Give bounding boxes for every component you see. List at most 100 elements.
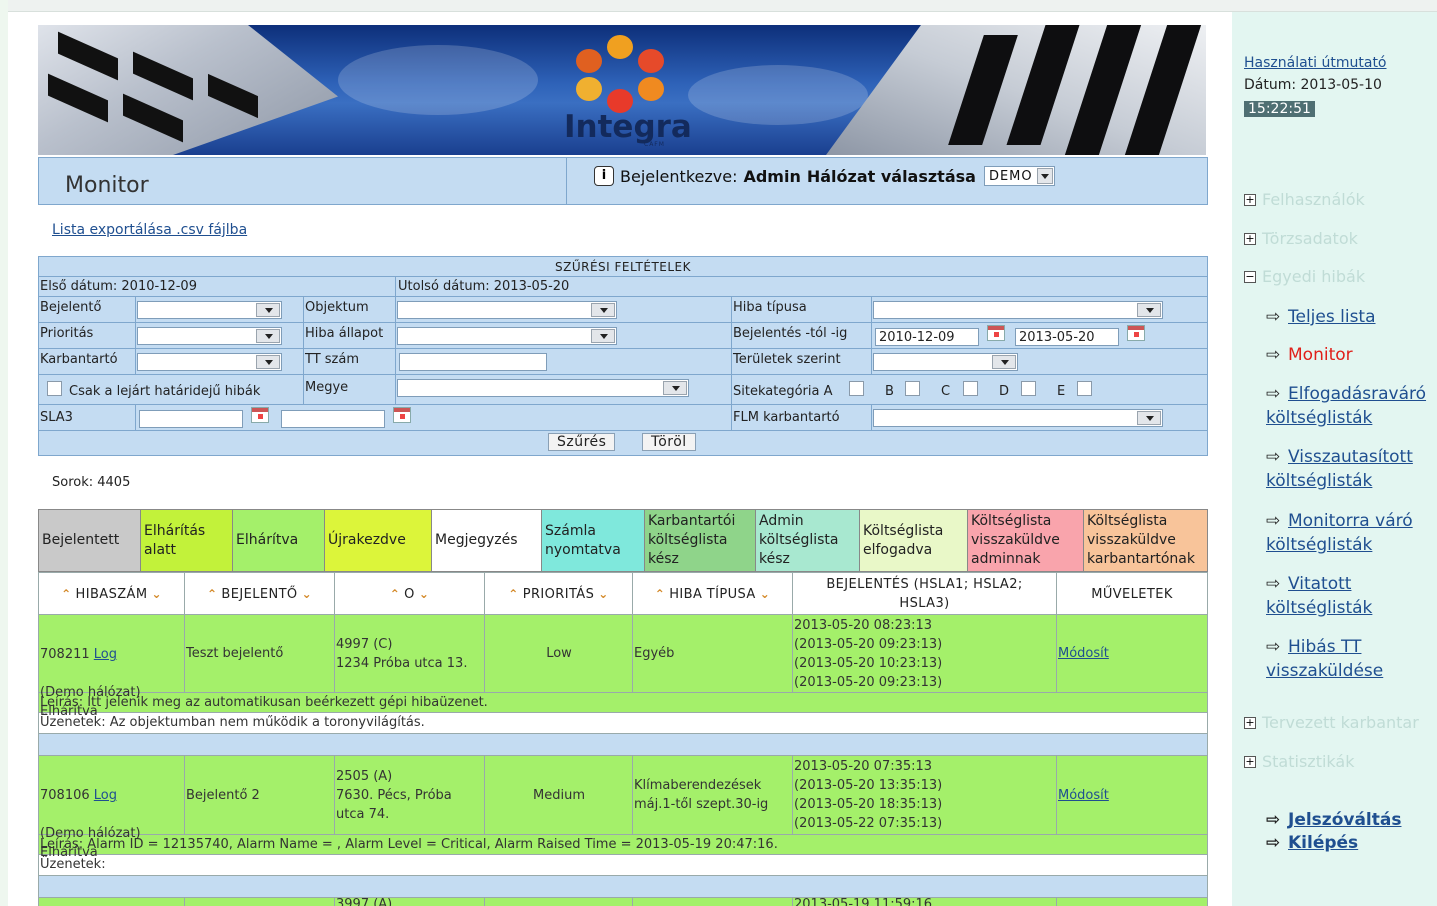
subnav-monitor-waiting-cost-lists[interactable]: ⇨ Monitorra váró költséglisták xyxy=(1266,509,1436,557)
log-link[interactable]: Log xyxy=(94,647,117,662)
fault-state-select[interactable] xyxy=(397,327,617,345)
subnav-full-list[interactable]: ⇨ Teljes lista xyxy=(1266,305,1376,329)
description-row: Leírás: Alarm ID = 12135740, Alarm Name … xyxy=(39,835,1207,855)
expired-only-checkbox[interactable] xyxy=(47,381,62,396)
priority-cell: Medium xyxy=(485,756,633,834)
sort-up-icon[interactable]: ⌃ xyxy=(655,587,665,601)
calendar-icon[interactable] xyxy=(393,407,411,423)
chevron-down-icon xyxy=(1137,303,1161,317)
site-e-checkbox[interactable] xyxy=(1077,381,1092,396)
arrow-right-icon: ⇨ xyxy=(1266,637,1281,657)
county-select[interactable] xyxy=(397,379,689,397)
sort-down-icon[interactable]: ⌄ xyxy=(151,587,161,601)
sort-up-icon[interactable]: ⌃ xyxy=(390,587,400,601)
arrow-right-icon: ⇨ xyxy=(1266,810,1281,830)
expand-icon[interactable]: + xyxy=(1244,755,1256,768)
sort-down-icon[interactable]: ⌄ xyxy=(760,587,770,601)
description-row: Leírás: Itt jelenik meg az automatikusan… xyxy=(39,693,1207,713)
object-select[interactable] xyxy=(397,301,617,319)
tt-number-input[interactable] xyxy=(399,353,547,371)
column-header[interactable]: ⌃ PRIORITÁS ⌄ xyxy=(485,573,633,615)
subnav-pending-cost-lists[interactable]: ⇨ Elfogadásraváró költséglisták xyxy=(1266,382,1436,430)
logout-link[interactable]: ⇨ Kilépés xyxy=(1266,831,1358,855)
column-header[interactable]: ⌃ HIBASZÁM ⌄ xyxy=(39,573,185,615)
subnav-rejected-cost-lists[interactable]: ⇨ Visszautasított költséglisták xyxy=(1266,445,1436,493)
left-margin xyxy=(0,0,8,906)
arrow-right-icon: ⇨ xyxy=(1266,307,1281,327)
arrow-right-icon: ⇨ xyxy=(1266,574,1281,594)
filter-row-4: Csak a lejárt határidejű hibák Megye Sit… xyxy=(39,375,1207,405)
export-csv-link[interactable]: Lista exportálása .csv fájlba xyxy=(52,222,247,238)
info-icon[interactable]: i xyxy=(594,166,614,186)
object-cell: 3997 (A) xyxy=(335,898,485,906)
messages-row: Üzenetek: Az objektumban nem működik a t… xyxy=(39,713,1207,734)
sort-up-icon[interactable]: ⌃ xyxy=(508,587,518,601)
subnav-monitor[interactable]: ⇨ Monitor xyxy=(1266,343,1353,367)
county-label: Megye xyxy=(305,380,349,395)
network-label: Hálózat választása xyxy=(806,166,976,186)
filter-dates-row: Első dátum: 2010-12-09 Utolsó dátum: 201… xyxy=(39,277,1207,297)
collapse-icon[interactable]: − xyxy=(1244,270,1256,283)
sla3-from-input[interactable] xyxy=(139,410,243,428)
manual-link-wrap: Használati útmutató xyxy=(1244,55,1387,71)
legend-item: Admin költséglista kész xyxy=(756,510,860,571)
column-header[interactable]: ⌃ O ⌄ xyxy=(335,573,485,615)
sort-down-icon[interactable]: ⌄ xyxy=(302,587,312,601)
sort-up-icon[interactable]: ⌃ xyxy=(61,587,71,601)
fault-type-select[interactable] xyxy=(873,301,1163,319)
column-header[interactable]: ⌃ BEJELENTŐ ⌄ xyxy=(185,573,335,615)
maintainer-select[interactable] xyxy=(137,353,282,371)
maintainer-label: Karbantartó xyxy=(40,352,118,367)
arrow-right-icon: ⇨ xyxy=(1266,447,1281,467)
current-time: 15:22:51 xyxy=(1244,101,1315,117)
reporter-select[interactable] xyxy=(137,301,282,319)
site-d-checkbox[interactable] xyxy=(1021,381,1036,396)
flm-maintainer-select[interactable] xyxy=(873,409,1163,427)
calendar-icon[interactable] xyxy=(1127,325,1145,341)
sort-down-icon[interactable]: ⌄ xyxy=(419,587,429,601)
column-header[interactable]: ⌃ HIBA TÍPUSA ⌄ xyxy=(633,573,793,615)
status-legend: Bejelentett Elhárítás alatt Elhárítva Új… xyxy=(38,509,1208,572)
expand-icon[interactable]: + xyxy=(1244,232,1256,245)
nav-users[interactable]: + Felhasználók xyxy=(1244,190,1365,209)
nav-statistics[interactable]: + Statisztikák xyxy=(1244,752,1354,771)
calendar-icon[interactable] xyxy=(987,325,1005,341)
subnav-disputed-cost-lists[interactable]: ⇨ Vitatott költséglisták xyxy=(1266,572,1406,620)
modify-link[interactable]: Módosít xyxy=(1058,644,1109,663)
subnav-faulty-tt-return[interactable]: ⇨ Hibás TT visszaküldése xyxy=(1266,635,1406,683)
clear-button[interactable]: Töröl xyxy=(642,433,696,451)
filter-button[interactable]: Szűrés xyxy=(548,433,616,451)
fault-id-cell: 708211 Log (Demo hálózat) Elhárítva xyxy=(39,615,185,719)
sla3-to-input[interactable] xyxy=(281,410,385,428)
sort-down-icon[interactable]: ⌄ xyxy=(598,587,608,601)
sort-up-icon[interactable]: ⌃ xyxy=(207,587,217,601)
legend-item: Karbantartói költséglista kész xyxy=(645,510,756,571)
table-header: ⌃ HIBASZÁM ⌄ ⌃ BEJELENTŐ ⌄ ⌃ O ⌄ ⌃ PRIORITÁS ⌄ ⌃… xyxy=(39,572,1207,615)
date-to-input[interactable]: 2013-05-20 xyxy=(1015,328,1119,346)
site-c-checkbox[interactable] xyxy=(963,381,978,396)
expand-icon[interactable]: + xyxy=(1244,193,1256,206)
nav-master-data[interactable]: + Törzsadatok xyxy=(1244,229,1358,248)
messages-row: Üzenetek: xyxy=(39,855,1207,876)
change-password-link[interactable]: ⇨ Jelszóváltás xyxy=(1266,808,1401,832)
table-row: 708211 Log (Demo hálózat) Elhárítva Teszt… xyxy=(39,615,1207,719)
expired-only-label: Csak a lejárt határidejű hibák xyxy=(69,384,261,399)
site-a-checkbox[interactable] xyxy=(849,381,864,396)
site-b-checkbox[interactable] xyxy=(905,381,920,396)
times-cell: 2013-05-20 07:35:13 (2013-05-20 13:35:13… xyxy=(793,756,1057,834)
expand-icon[interactable]: + xyxy=(1244,716,1256,729)
nav-individual-faults[interactable]: − Egyedi hibák xyxy=(1244,267,1365,286)
date-from-input[interactable]: 2010-12-09 xyxy=(875,328,979,346)
filter-row-3: Karbantartó TT szám Területek szerint xyxy=(39,349,1207,375)
log-link[interactable]: Log xyxy=(94,788,117,803)
network-select[interactable]: DEMO xyxy=(983,166,1055,186)
manual-link[interactable]: Használati útmutató xyxy=(1244,55,1387,71)
area-select[interactable] xyxy=(873,353,1018,371)
flm-maintainer-label: FLM karbantartó xyxy=(733,410,840,425)
fault-type-cell: Klímaberendezések máj.1-től szept.30-ig xyxy=(633,756,793,834)
tt-number-label: TT szám xyxy=(305,352,360,367)
priority-select[interactable] xyxy=(137,327,282,345)
modify-link[interactable]: Módosít xyxy=(1058,786,1109,805)
nav-planned-maintenance[interactable]: + Tervezett karbantar xyxy=(1244,713,1437,732)
calendar-icon[interactable] xyxy=(251,407,269,423)
